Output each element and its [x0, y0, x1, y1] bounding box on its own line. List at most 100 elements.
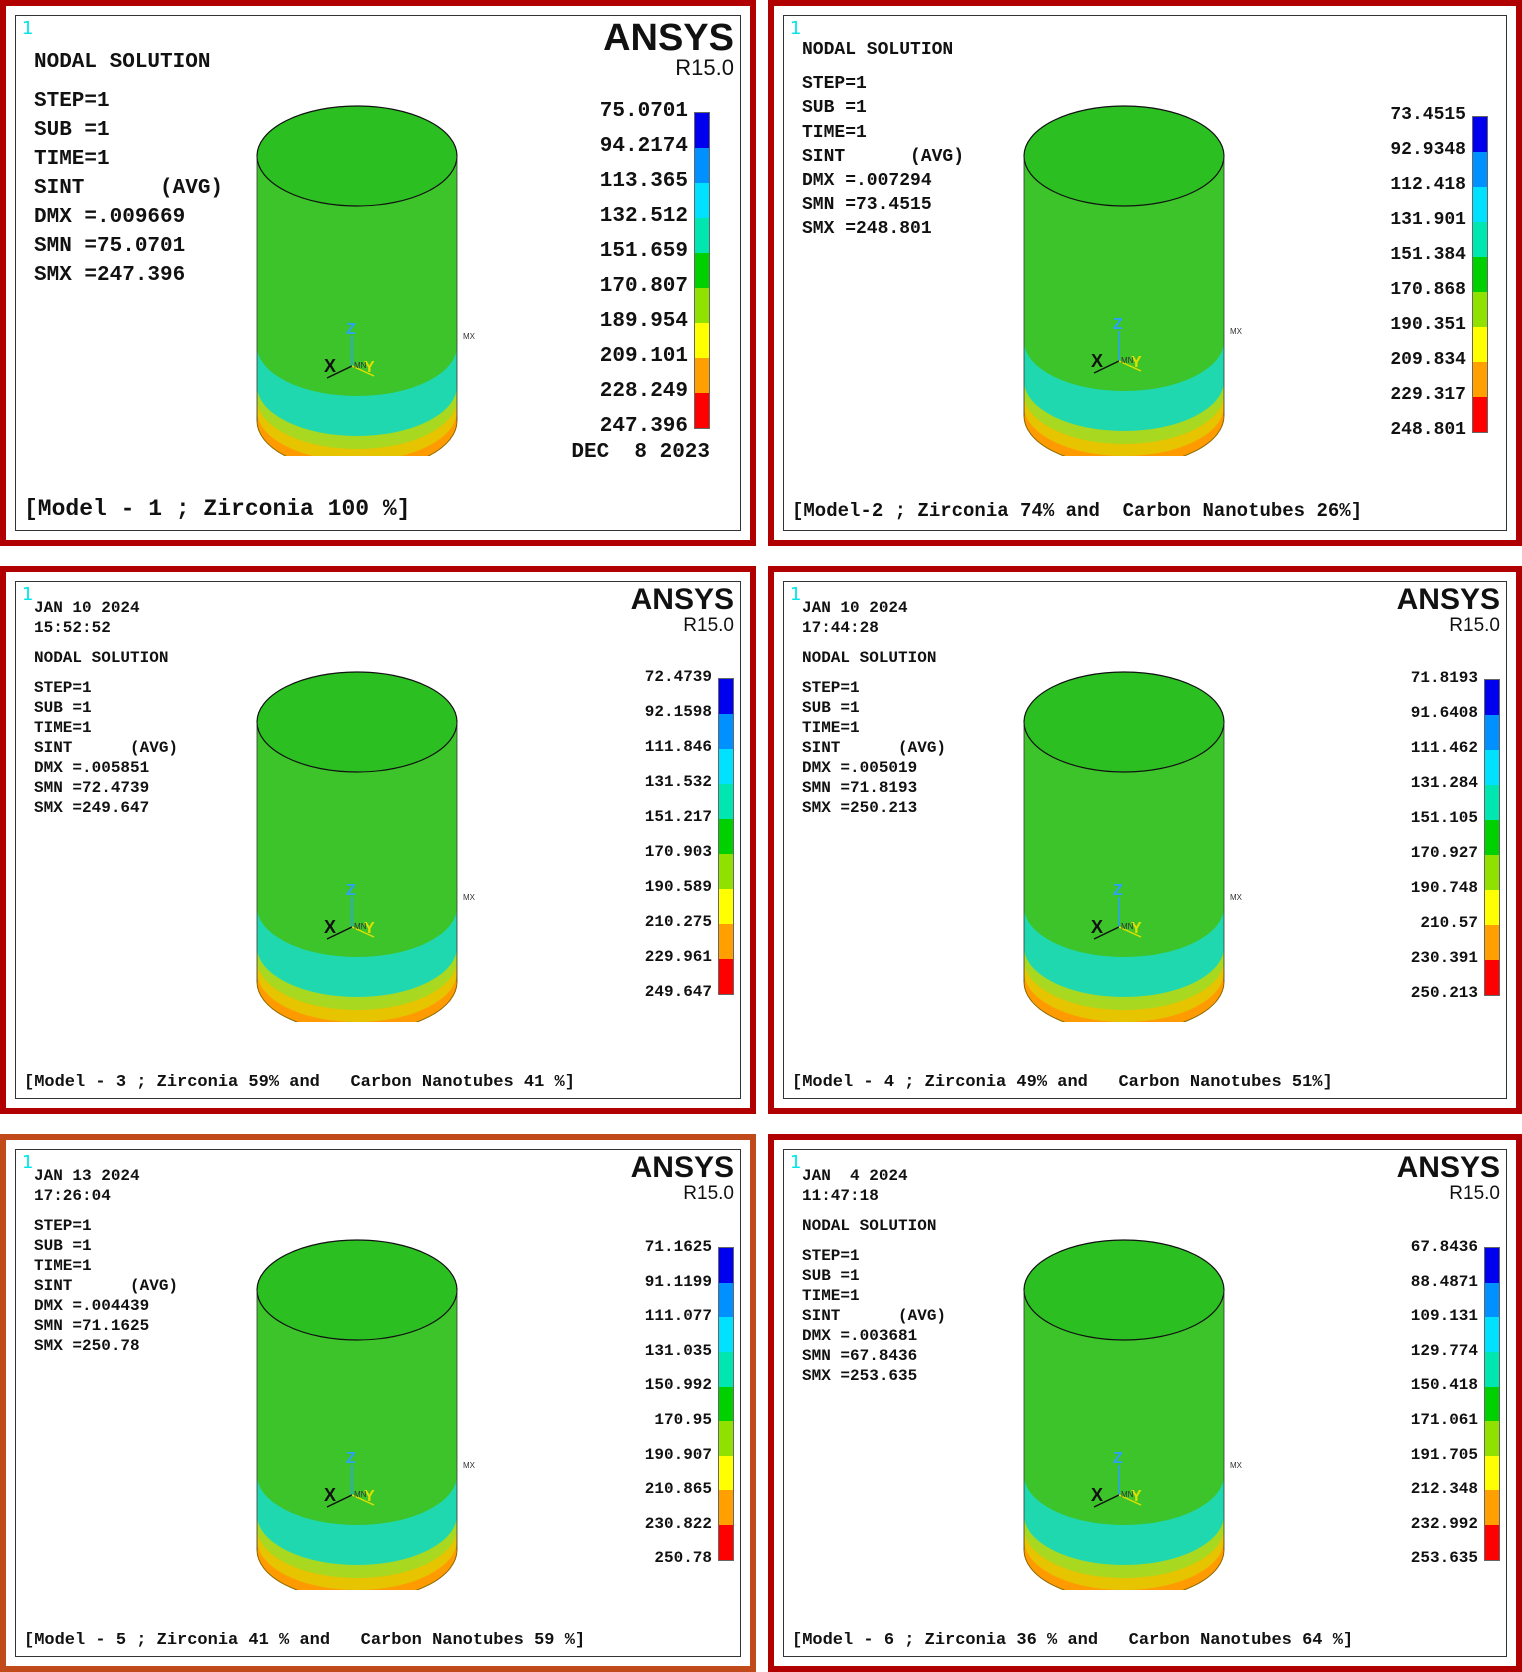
legend-value: 210.275 — [644, 913, 712, 931]
contour-color-bar — [1484, 678, 1500, 996]
legend-value: 209.101 — [599, 345, 688, 368]
info-line-4: SINT (AVG) — [802, 739, 947, 757]
color-bar-segment — [695, 392, 709, 428]
legend-value: 210.865 — [644, 1480, 712, 1499]
brand-name: ANSYS — [1396, 1151, 1500, 1184]
legend-value: 189.954 — [599, 310, 688, 333]
brand-version: R15.0 — [1449, 1183, 1500, 1204]
info-line-3: TIME=1 — [34, 148, 110, 171]
color-bar-segment — [719, 1352, 733, 1387]
color-bar-segment — [719, 923, 733, 959]
info-line-5: DMX =.009669 — [34, 206, 186, 229]
window-number: 1 — [790, 1152, 802, 1173]
solution-title: NODAL SOLUTION — [802, 40, 954, 60]
min-marker: MN — [354, 361, 367, 370]
color-bar-segment — [1485, 1352, 1499, 1387]
plot-window: 1 ANSYS R15.0 JAN 10 2024 15:52:52 NODAL SOLU… — [15, 581, 741, 1099]
color-bar-segment — [719, 678, 733, 714]
legend-value: 170.868 — [1390, 280, 1466, 300]
cylinder-top-face — [256, 671, 458, 773]
legend-value: 111.462 — [1410, 739, 1478, 757]
plot-time: 11:47:18 — [802, 1187, 879, 1205]
legend-value: 190.748 — [1410, 879, 1478, 897]
axis-x-label: X — [1091, 1485, 1103, 1505]
color-bar-segment — [1485, 959, 1499, 995]
result-panel-model-1: 1 ANSYS R15.0 NODAL SOLUTION STEP=1 SUB =1 TIM… — [0, 0, 756, 546]
legend-value: 94.2174 — [599, 135, 688, 158]
color-bar-segment — [1473, 186, 1487, 222]
solution-info: JAN 10 2024 15:52:52 NODAL SOLUTION STEP=1 S… — [34, 598, 178, 818]
solution-info: NODAL SOLUTION STEP=1 SUB =1 TIME=1 SINT (AV… — [34, 48, 223, 290]
legend-value: 91.1199 — [644, 1272, 712, 1291]
info-line-7: SMX =250.213 — [802, 799, 918, 817]
contour-color-bar — [718, 1247, 734, 1561]
color-bar-segment — [719, 888, 733, 924]
color-bar-segment — [1485, 749, 1499, 785]
model-caption: [Model-2 ; Zirconia 74% and Carbon Nanot… — [792, 500, 1363, 522]
ansys-logo: ANSYS R15.0 — [631, 1152, 734, 1204]
color-bar-segment — [695, 147, 709, 183]
legend-value: 210.57 — [1420, 914, 1478, 932]
window-number: 1 — [22, 18, 34, 39]
info-line-1: STEP=1 — [802, 74, 867, 95]
cylinder-model: ZX YMNMX — [1023, 105, 1243, 456]
color-bar-segment — [719, 1490, 733, 1526]
color-bar-segment — [719, 958, 733, 994]
cylinder-top-face — [1023, 1239, 1225, 1341]
info-line-2: SUB =1 — [34, 1237, 92, 1255]
legend-value: 150.992 — [644, 1376, 712, 1395]
legend-value: 75.0701 — [599, 100, 688, 123]
color-bar-segment — [1485, 854, 1499, 890]
legend-value: 71.1625 — [644, 1238, 712, 1256]
legend-value: 209.834 — [1390, 350, 1466, 370]
legend-value: 232.992 — [1410, 1514, 1478, 1533]
result-panel-model-3: 1 ANSYS R15.0 JAN 10 2024 15:52:52 NODAL SOLU… — [0, 566, 756, 1114]
plot-date: JAN 10 2024 — [802, 599, 908, 617]
color-bar-segment — [1485, 819, 1499, 855]
color-bar-segment — [1485, 1421, 1499, 1456]
contour-color-bar — [718, 677, 734, 995]
solution-info: JAN 10 2024 17:44:28 NODAL SOLUTION STEP=1 S… — [802, 598, 946, 818]
info-line-1: STEP=1 — [34, 1217, 92, 1235]
info-line-4: SINT (AVG) — [34, 739, 179, 757]
legend-value: 170.807 — [599, 275, 688, 298]
axis-x-label: X — [1091, 917, 1103, 937]
info-line-5: DMX =.005019 — [802, 759, 918, 777]
plot-window: 1 ANSYS R15.0 JAN 4 2024 11:47:18 NODAL SOLUT… — [783, 1149, 1507, 1657]
info-line-2: SUB =1 — [802, 699, 860, 717]
brand-name: ANSYS — [630, 1151, 734, 1184]
contour-legend-values: 71.1625 91.1199 111.077 131.035 150.992 170.9… — [645, 1230, 712, 1576]
legend-value: 131.035 — [644, 1341, 712, 1360]
color-bar-segment — [1485, 1455, 1499, 1491]
color-bar-segment — [1473, 221, 1487, 257]
window-number: 1 — [22, 1152, 34, 1173]
cylinder-top-face — [1023, 671, 1225, 773]
info-line-5: DMX =.004439 — [34, 1297, 150, 1315]
legend-value: 131.532 — [644, 773, 712, 791]
color-bar-segment — [719, 783, 733, 819]
color-bar-segment — [719, 1525, 733, 1560]
legend-value: 72.4739 — [644, 668, 712, 686]
plot-date: DEC 8 2023 — [571, 441, 710, 464]
brand-version: R15.0 — [683, 1183, 734, 1204]
color-bar-segment — [1473, 151, 1487, 187]
model-caption: [Model - 6 ; Zirconia 36 % and Carbon Na… — [792, 1631, 1354, 1650]
legend-value: 151.217 — [644, 808, 712, 826]
color-bar-segment — [1473, 256, 1487, 292]
axis-x-label: X — [324, 1485, 336, 1505]
brand-name: ANSYS — [603, 17, 734, 59]
color-bar-segment — [719, 713, 733, 749]
info-line-7: SMX =250.78 — [34, 1337, 140, 1355]
color-bar-segment — [719, 1248, 733, 1283]
color-bar-segment — [1485, 679, 1499, 715]
color-bar-segment — [1473, 116, 1487, 152]
legend-value: 150.418 — [1410, 1376, 1478, 1395]
info-line-4: SINT (AVG) — [34, 177, 224, 200]
axis-z-label: Z — [1113, 1450, 1123, 1467]
cylinder-model: ZX YMNMX — [1023, 1239, 1243, 1590]
solution-title: NODAL SOLUTION — [802, 1217, 937, 1235]
brand-version: R15.0 — [683, 615, 734, 636]
color-bar-segment — [719, 1386, 733, 1422]
max-marker: MX — [1230, 893, 1243, 902]
plot-window: 1 ANSYS R15.0 JAN 10 2024 17:44:28 NODAL SOLU… — [783, 581, 1507, 1099]
